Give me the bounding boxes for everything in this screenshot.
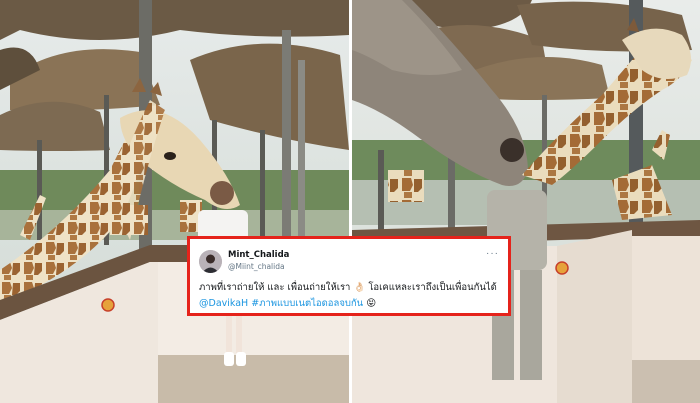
photo-right xyxy=(352,0,700,403)
photo-left-scene xyxy=(0,0,349,403)
tongue-face-icon: 😝 xyxy=(366,298,377,309)
avatar[interactable] xyxy=(199,250,222,273)
photo-left xyxy=(0,0,349,403)
more-options-icon[interactable]: ··· xyxy=(486,248,499,259)
tweet-text-line2: @DavikaH #ภาพแบบเนตไอดอลจบกัน 😝 xyxy=(199,296,376,311)
photo-right-scene xyxy=(352,0,700,403)
tweet-text-part1: ภาพที่เราถ่ายให้ และ เพื่อนถ่ายให้เรา xyxy=(199,282,351,293)
tweet-text-part2: โอเคแหละเราถึงเป็นเพื่อนกันได้ xyxy=(368,282,497,293)
ok-hand-icon: 👌🏻 xyxy=(353,282,366,293)
hashtag-link[interactable]: #ภาพแบบเนตไอดอลจบกัน xyxy=(251,298,363,309)
mention-link[interactable]: @DavikaH xyxy=(199,298,248,309)
tweet-display-name[interactable]: Mint_Chalida xyxy=(228,250,289,260)
tweet-text-line1: ภาพที่เราถ่ายให้ และ เพื่อนถ่ายให้เรา 👌🏻… xyxy=(199,280,497,295)
tweet-handle[interactable]: @Miint_chalida xyxy=(228,262,285,271)
tweet-card: Mint_Chalida @Miint_chalida ··· ภาพที่เร… xyxy=(187,236,511,316)
